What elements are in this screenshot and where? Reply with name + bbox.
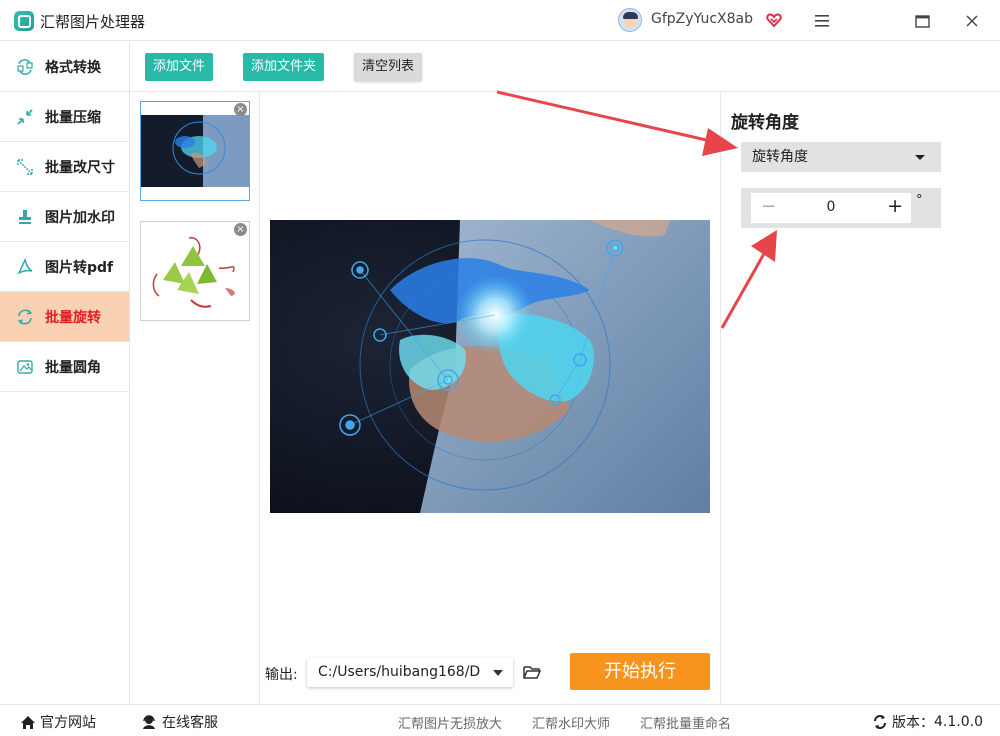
increment-button[interactable]: + — [887, 195, 903, 217]
folder-open-icon[interactable] — [522, 662, 542, 682]
resize-icon — [17, 158, 33, 175]
app-logo-icon — [14, 11, 34, 31]
panel-title: 旋转角度 — [731, 113, 799, 133]
rotation-angle-select-value: 旋转角度 — [752, 149, 808, 165]
settings-panel: 旋转角度 旋转角度 − 0 + ° — [720, 92, 1000, 704]
menu-button[interactable] — [808, 8, 836, 34]
app-title: 汇帮图片处理器 — [40, 13, 146, 31]
remove-thumbnail-button[interactable]: × — [234, 223, 247, 236]
thumbnail-item[interactable]: × — [140, 221, 250, 321]
thumbnail-item[interactable]: × — [140, 101, 250, 201]
version-number: 4.1.0.0 — [934, 714, 983, 730]
add-folder-button[interactable]: 添加文件夹 — [243, 53, 325, 81]
sidebar-item-label: 批量改尺寸 — [45, 159, 115, 176]
sidebar-item-label: 批量圆角 — [45, 359, 101, 376]
sidebar-item-label: 图片转pdf — [45, 259, 114, 276]
hamburger-icon — [815, 15, 829, 27]
website-label: 官方网站 — [40, 715, 96, 731]
chevron-down-icon — [493, 670, 503, 676]
maximize-button[interactable] — [908, 8, 936, 34]
close-icon — [966, 15, 978, 27]
preview-image — [270, 220, 710, 513]
sidebar-item-label: 批量压缩 — [45, 109, 101, 126]
sidebar-item-compress[interactable]: 批量压缩 — [0, 92, 129, 142]
thumbnail-list: × × — [131, 92, 260, 704]
user-avatar[interactable] — [618, 8, 642, 32]
toolbar: 添加文件 添加文件夹 清空列表 — [131, 42, 1000, 92]
vip-heart-icon[interactable] — [766, 12, 782, 28]
start-button[interactable]: 开始执行 — [570, 653, 710, 690]
angle-stepper-wrap: − 0 + ° — [741, 188, 941, 228]
username[interactable]: GfpZyYucX8ab — [651, 11, 753, 27]
maximize-icon — [914, 14, 930, 28]
caret-down-icon — [915, 155, 925, 160]
refresh-icon — [874, 715, 886, 729]
rotation-angle-select[interactable]: 旋转角度 — [741, 142, 941, 172]
headset-icon — [143, 715, 155, 729]
output-label: 输出: — [265, 667, 298, 683]
link-watermark-master[interactable]: 汇帮水印大师 — [532, 713, 610, 732]
output-path-value: C:/Users/huibang168/D — [318, 664, 481, 680]
link-lossless-upscale[interactable]: 汇帮图片无损放大 — [398, 713, 502, 732]
sidebar-item-label: 图片加水印 — [45, 209, 115, 226]
sidebar-item-resize[interactable]: 批量改尺寸 — [0, 142, 129, 192]
remove-thumbnail-button[interactable]: × — [234, 103, 247, 116]
link-batch-rename[interactable]: 汇帮批量重命名 — [640, 713, 731, 732]
format-convert-icon — [17, 58, 33, 75]
sidebar-item-rotate[interactable]: 批量旋转 — [0, 292, 129, 342]
version-label: 版本： — [892, 715, 934, 731]
sidebar-item-round-corner[interactable]: 批量圆角 — [0, 342, 129, 392]
close-button[interactable] — [958, 8, 986, 34]
round-corner-icon — [17, 359, 33, 374]
sidebar-item-label: 格式转换 — [45, 59, 101, 76]
thumbnail-image — [141, 115, 249, 187]
sidebar-item-label: 批量旋转 — [45, 309, 101, 326]
title-bar: 汇帮图片处理器 GfpZyYucX8ab — [0, 0, 1000, 41]
website-link[interactable]: 官方网站 — [20, 712, 96, 732]
clear-list-button[interactable]: 清空列表 — [354, 53, 423, 81]
watermark-icon — [19, 209, 31, 224]
version-info[interactable]: 版本： 4.1.0.0 — [872, 712, 983, 732]
sidebar: 格式转换 批量压缩 批量改尺寸 图片加水印 图片转pdf 批量旋转 批量圆角 — [0, 42, 130, 704]
thumbnail-image — [152, 237, 235, 308]
support-label: 在线客服 — [162, 715, 218, 731]
pdf-icon — [17, 257, 33, 275]
support-link[interactable]: 在线客服 — [141, 712, 218, 732]
sidebar-item-format-convert[interactable]: 格式转换 — [0, 42, 129, 92]
status-bar: 官方网站 在线客服 汇帮图片无损放大 汇帮水印大师 汇帮批量重命名 版本： 4.… — [0, 704, 1000, 736]
rotate-icon — [17, 309, 33, 324]
output-path-select[interactable]: C:/Users/huibang168/D — [307, 658, 513, 687]
sidebar-item-pdf[interactable]: 图片转pdf — [0, 242, 129, 292]
add-file-button[interactable]: 添加文件 — [145, 53, 214, 81]
degree-unit: ° — [916, 193, 923, 208]
angle-stepper[interactable]: − 0 + — [751, 193, 911, 223]
home-icon — [21, 715, 35, 729]
compress-icon — [17, 108, 33, 125]
sidebar-item-watermark[interactable]: 图片加水印 — [0, 192, 129, 242]
